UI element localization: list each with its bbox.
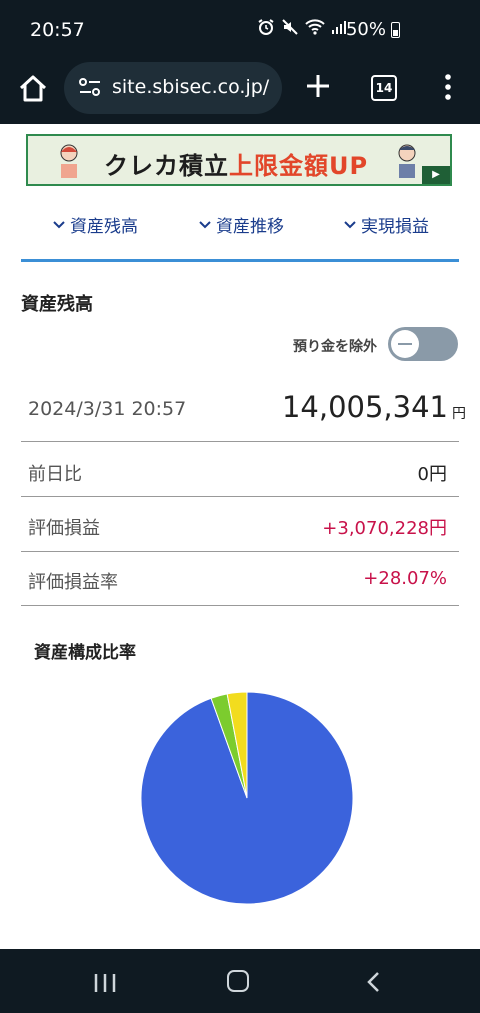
promo-banner[interactable]: クレカ積立上限金額UP ▶ [26, 134, 452, 186]
nav-link-balance[interactable]: 資産残高 [52, 212, 138, 237]
url-text: site.sbisec.co.jp/ [112, 76, 270, 98]
chevron-down-icon [53, 220, 65, 228]
nav-divider [21, 259, 459, 262]
exclude-deposit-label: 預り金を除外 [293, 339, 377, 355]
address-bar[interactable]: site.sbisec.co.jp/ [64, 62, 282, 114]
woman-illustration-icon [60, 144, 78, 178]
status-time: 20:57 [30, 19, 85, 41]
chevron-down-icon [344, 220, 356, 228]
composition-pie-chart [141, 691, 353, 905]
row-value-unrealized-pl: +3,070,228円 [322, 518, 447, 539]
alarm-icon [258, 19, 274, 35]
site-settings-icon[interactable] [78, 77, 102, 99]
divider [21, 496, 459, 497]
total-balance: 14,005,341 [281, 390, 448, 424]
battery-percent: 50% [345, 19, 386, 40]
more-menu-icon[interactable] [438, 72, 458, 102]
row-value-daily-change: 0円 [417, 464, 447, 485]
composition-title: 資産構成比率 [34, 643, 136, 663]
toggle-knob [391, 330, 419, 358]
row-label-unrealized-pl: 評価損益 [28, 518, 100, 539]
banner-text: クレカ積立上限金額UP [104, 152, 369, 180]
chevron-down-icon [199, 220, 211, 228]
total-balance-unit: 円 [452, 406, 466, 422]
recent-apps-icon[interactable] [92, 972, 118, 994]
nav-link-label: 資産残高 [70, 217, 138, 237]
back-icon[interactable] [364, 970, 384, 994]
balance-datetime: 2024/3/31 20:57 [28, 398, 187, 420]
divider [21, 441, 459, 442]
section-nav: 資産残高 資産推移 実現損益 [0, 212, 480, 242]
home-icon[interactable] [16, 72, 50, 106]
status-bar: 20:57 50% [0, 0, 480, 58]
man-illustration-icon [398, 144, 416, 178]
row-label-daily-change: 前日比 [28, 464, 82, 485]
tab-switcher-icon[interactable]: 14 [371, 75, 397, 101]
browser-toolbar: site.sbisec.co.jp/ 14 [0, 58, 480, 124]
new-tab-icon[interactable] [302, 70, 334, 102]
divider [21, 551, 459, 552]
row-label-unrealized-pl-rate: 評価損益率 [28, 572, 118, 593]
wifi-icon [305, 19, 325, 35]
nav-link-label: 実現損益 [361, 217, 429, 237]
mute-icon [282, 19, 298, 35]
row-value-unrealized-pl-rate: +28.07% [363, 568, 447, 589]
tab-count: 14 [375, 81, 393, 95]
system-home-icon[interactable] [227, 970, 249, 992]
battery-icon [391, 22, 400, 38]
signal-icon [332, 21, 346, 34]
nav-link-history[interactable]: 資産推移 [198, 212, 284, 237]
divider [21, 605, 459, 606]
nav-link-label: 資産推移 [216, 217, 284, 237]
nav-link-realized[interactable]: 実現損益 [343, 212, 429, 237]
section-title: 資産残高 [21, 294, 93, 315]
banner-play-button[interactable]: ▶ [422, 166, 450, 184]
exclude-deposit-toggle[interactable] [388, 327, 458, 361]
